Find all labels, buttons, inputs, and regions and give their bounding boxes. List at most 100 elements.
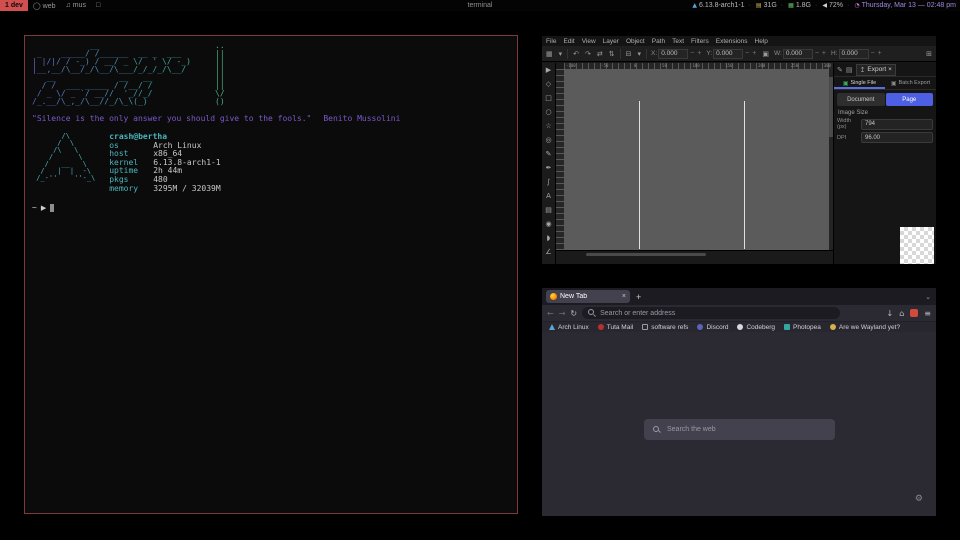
bookmark-item[interactable]: software refs (642, 324, 688, 331)
export-dialog-tab[interactable]: ↥ Export × (856, 64, 896, 76)
rotate-ccw-icon[interactable]: ↶ (572, 50, 580, 58)
export-tab-label: Export (867, 66, 886, 73)
rotate-cw-icon[interactable]: ↷ (584, 50, 592, 58)
menu-item[interactable]: View (582, 38, 596, 45)
spinner-value[interactable]: 0.000 (658, 49, 688, 59)
back-button[interactable]: ← (547, 309, 554, 318)
menu-item[interactable]: Extensions (716, 38, 748, 45)
layers-dialog-icon[interactable]: ▤ (846, 66, 853, 74)
spinner-minus-button[interactable]: − (870, 50, 876, 57)
spiral-tool[interactable]: ◎ (542, 133, 556, 147)
menu-item[interactable]: Object (626, 38, 645, 45)
text-tool[interactable]: A (542, 189, 556, 203)
tab-close-icon[interactable]: × (622, 293, 626, 300)
align-icon[interactable]: ⊟ (625, 50, 633, 58)
spinner-minus-button[interactable]: − (689, 50, 695, 57)
flip-vertical-icon[interactable]: ⇅ (608, 50, 616, 58)
forward-button[interactable]: → (559, 309, 566, 318)
bookmark-item[interactable]: Are we Wayland yet? (830, 324, 900, 331)
gradient-tool[interactable]: ▤ (542, 203, 556, 217)
pen-tool[interactable]: ✒ (542, 161, 556, 175)
spinner-value[interactable]: 0.000 (839, 49, 869, 59)
personalize-gear-icon[interactable]: ⚙ (915, 494, 923, 504)
bookmark-item[interactable]: Codeberg (737, 324, 775, 331)
width-input[interactable]: 794 (861, 119, 933, 130)
list-all-tabs-icon[interactable]: ⌄ (925, 293, 931, 301)
bookmark-favicon (737, 324, 743, 330)
menu-item[interactable]: Layer (603, 38, 619, 45)
url-bar[interactable]: Search or enter address (582, 307, 840, 319)
menu-icon[interactable]: ≡ (924, 309, 931, 318)
selector-tool[interactable]: ▶ (542, 63, 556, 77)
export-icon: ↥ (860, 66, 866, 74)
rectangle-tool[interactable]: □ (542, 91, 556, 105)
bookmark-item[interactable]: Discord (697, 324, 728, 331)
export-tab-close-icon[interactable]: × (888, 66, 892, 73)
web-search-input[interactable]: Search the web (644, 419, 835, 440)
align-caret-icon[interactable]: ▾ (637, 50, 643, 58)
selection-dropdown-caret-icon[interactable]: ▾ (558, 50, 564, 58)
export-mode-tab[interactable]: ▣ Batch Export (885, 77, 936, 89)
node-tool[interactable]: ◇ (542, 77, 556, 91)
new-tab-page: Search the web ⚙ (542, 332, 936, 516)
firefox-tab-bar: New Tab × + ⌄ (542, 288, 936, 305)
measure-tool[interactable]: ∠ (542, 245, 556, 259)
menu-item[interactable]: File (546, 38, 556, 45)
menu-item[interactable]: Text (672, 38, 684, 45)
menu-item[interactable]: Edit (563, 38, 574, 45)
spinner-value[interactable]: 0.000 (713, 49, 743, 59)
selection-mode-icon[interactable]: ▦ (545, 50, 554, 58)
spinner-minus-button[interactable]: − (744, 50, 750, 57)
bookmark-item[interactable]: Arch Linux (549, 324, 589, 331)
bookmark-item[interactable]: Photopea (784, 324, 821, 331)
new-tab-button[interactable]: + (636, 292, 641, 302)
downloads-icon[interactable]: ↓ (887, 309, 894, 318)
flip-horizontal-icon[interactable]: ⇄ (596, 50, 604, 58)
workspace-tag[interactable]: ◯ web (28, 0, 61, 11)
calligraphy-tool[interactable]: ∫ (542, 175, 556, 189)
vertical-ruler[interactable] (556, 69, 564, 250)
workspace-tag[interactable]: 1 dev (0, 0, 28, 11)
bookmark-label: Codeberg (746, 324, 775, 331)
snap-toggle-icon[interactable]: ⊞ (925, 50, 933, 58)
inkscape-canvas[interactable] (564, 69, 833, 250)
export-target-button[interactable]: Page (886, 93, 934, 106)
workspace-tag[interactable]: □ (91, 0, 105, 11)
dropper-tool[interactable]: ◗ (542, 231, 556, 245)
status-icon: ▲ (692, 2, 697, 9)
spinner-plus-button[interactable]: + (821, 50, 827, 57)
spinner-plus-button[interactable]: + (877, 50, 883, 57)
canvas-horizontal-scrollbar[interactable] (586, 253, 706, 256)
browser-tab[interactable]: New Tab × (546, 290, 630, 303)
dpi-input[interactable]: 96.00 (861, 132, 933, 143)
home-icon[interactable]: ⌂ (899, 309, 904, 318)
lock-ratio-icon[interactable]: ▣ (761, 50, 770, 58)
export-target-button[interactable]: Document (837, 93, 885, 106)
bookmark-favicon (642, 324, 648, 330)
terminal-window[interactable]: __ .. _ _____/ /______ __ _ ___ || | |/|… (24, 35, 518, 514)
spinner-minus-button[interactable]: − (814, 50, 820, 57)
ublock-extension-icon[interactable] (910, 309, 918, 317)
menu-item[interactable]: Filters (691, 38, 709, 45)
desktop: 1 dev◯ web♫ mus□ terminal ▲ 6.13.8-arch1… (0, 0, 960, 540)
menu-item[interactable]: Path (652, 38, 665, 45)
zoom-tool[interactable]: ◉ (542, 217, 556, 231)
workspace-tag[interactable]: ♫ mus (61, 0, 91, 11)
kernel-module: ▲ 6.13.8-arch1-1 (692, 2, 744, 9)
reload-button[interactable]: ↻ (570, 309, 577, 318)
ellipse-tool[interactable]: ○ (542, 105, 556, 119)
spinner-value[interactable]: 0.000 (783, 49, 813, 59)
spinner-plus-button[interactable]: + (696, 50, 702, 57)
dimension-spinner: H: 0.000 − + (831, 49, 883, 59)
shell-prompt[interactable]: ~ ▶ (32, 203, 510, 212)
bookmark-favicon (830, 324, 836, 330)
bookmark-item[interactable]: Tuta Mail (598, 324, 634, 331)
menu-item[interactable]: Help (755, 38, 768, 45)
export-mode-tab[interactable]: ▣ Single File (834, 77, 885, 89)
spinner-plus-button[interactable]: + (751, 50, 757, 57)
pencil-tool[interactable]: ✎ (542, 147, 556, 161)
fill-stroke-dialog-icon[interactable]: ✎ (837, 66, 843, 74)
firefox-nav-bar: ← → ↻ Search or enter address ↓ ⌂ ≡ (542, 305, 936, 322)
star-tool[interactable]: ☆ (542, 119, 556, 133)
status-text: 72% (829, 2, 843, 9)
